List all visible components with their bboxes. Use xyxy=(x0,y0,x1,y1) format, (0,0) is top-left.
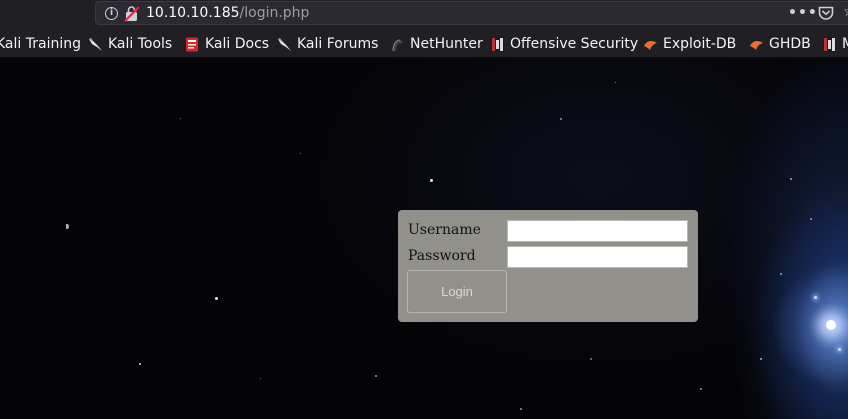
star xyxy=(430,179,433,182)
login-button[interactable]: Login xyxy=(407,270,507,313)
bookmark-ghdb[interactable]: GHDB xyxy=(749,34,811,54)
star xyxy=(560,118,562,120)
star xyxy=(375,375,377,377)
bookmark-offensive-security[interactable]: Offensive Security xyxy=(490,34,638,54)
username-label: Username xyxy=(408,222,481,238)
address-bar[interactable]: i 10.10.10.185/login.php ••• ☆ xyxy=(95,1,848,25)
star xyxy=(615,82,616,83)
star xyxy=(520,408,522,410)
bookmark-label: NetHunter xyxy=(410,36,483,52)
login-form: Username Password Login xyxy=(398,210,698,322)
star xyxy=(139,363,141,365)
star xyxy=(66,224,69,229)
star xyxy=(215,297,218,300)
bookmarks-toolbar: Kali Training Kali Tools Kali Docs Kali … xyxy=(0,30,848,58)
star xyxy=(300,153,301,154)
info-icon[interactable]: i xyxy=(105,7,118,20)
insecure-lock-icon[interactable] xyxy=(124,5,140,26)
url-path: /login.php xyxy=(239,5,310,21)
bookmark-exploit-db[interactable]: Exploit-DB xyxy=(643,34,736,54)
star xyxy=(760,358,762,360)
bookmark-m[interactable]: M xyxy=(822,34,848,54)
star xyxy=(826,320,836,330)
bookmark-label: GHDB xyxy=(769,36,811,52)
bookmark-kali-training[interactable]: Kali Training xyxy=(0,34,81,54)
ghdb-icon xyxy=(749,37,764,52)
password-label: Password xyxy=(408,248,476,264)
offsec-icon xyxy=(822,36,837,52)
bookmark-label: Exploit-DB xyxy=(663,36,737,52)
star xyxy=(790,178,792,180)
url-text[interactable]: 10.10.10.185/login.php xyxy=(146,5,309,21)
bookmark-star-icon[interactable]: ☆ xyxy=(843,4,848,20)
bookmark-kali-forums[interactable]: Kali Forums xyxy=(277,34,378,54)
offsec-icon xyxy=(490,36,505,52)
page-background: Username Password Login xyxy=(0,58,848,419)
browser-toolbar: i 10.10.10.185/login.php ••• ☆ xyxy=(0,0,848,30)
bookmark-label: Kali Tools xyxy=(108,36,173,52)
star xyxy=(838,348,841,351)
kali-docs-icon xyxy=(185,37,200,52)
kali-dragon-icon xyxy=(277,37,292,52)
bookmark-kali-docs[interactable]: Kali Docs xyxy=(185,34,269,54)
star xyxy=(180,118,181,119)
exploit-db-icon xyxy=(643,37,658,52)
url-host: 10.10.10.185 xyxy=(146,5,240,21)
pocket-icon[interactable] xyxy=(818,6,834,25)
bookmark-label: Kali Docs xyxy=(205,36,270,52)
username-input[interactable] xyxy=(507,220,688,242)
bookmark-nethunter[interactable]: NetHunter xyxy=(390,34,483,54)
star xyxy=(814,296,817,299)
star xyxy=(700,388,702,390)
star xyxy=(810,218,812,220)
nethunter-icon xyxy=(390,37,405,52)
bookmark-kali-tools[interactable]: Kali Tools xyxy=(88,34,172,54)
star xyxy=(590,358,592,360)
kali-dragon-icon xyxy=(88,37,103,52)
bookmark-label: M xyxy=(842,36,848,52)
bookmark-label: Kali Training xyxy=(0,36,81,52)
star xyxy=(260,378,261,379)
more-actions-icon[interactable]: ••• xyxy=(788,5,818,21)
bookmark-label: Kali Forums xyxy=(297,36,379,52)
star xyxy=(780,273,782,275)
bookmark-label: Offensive Security xyxy=(510,36,639,52)
password-input[interactable] xyxy=(507,246,688,268)
